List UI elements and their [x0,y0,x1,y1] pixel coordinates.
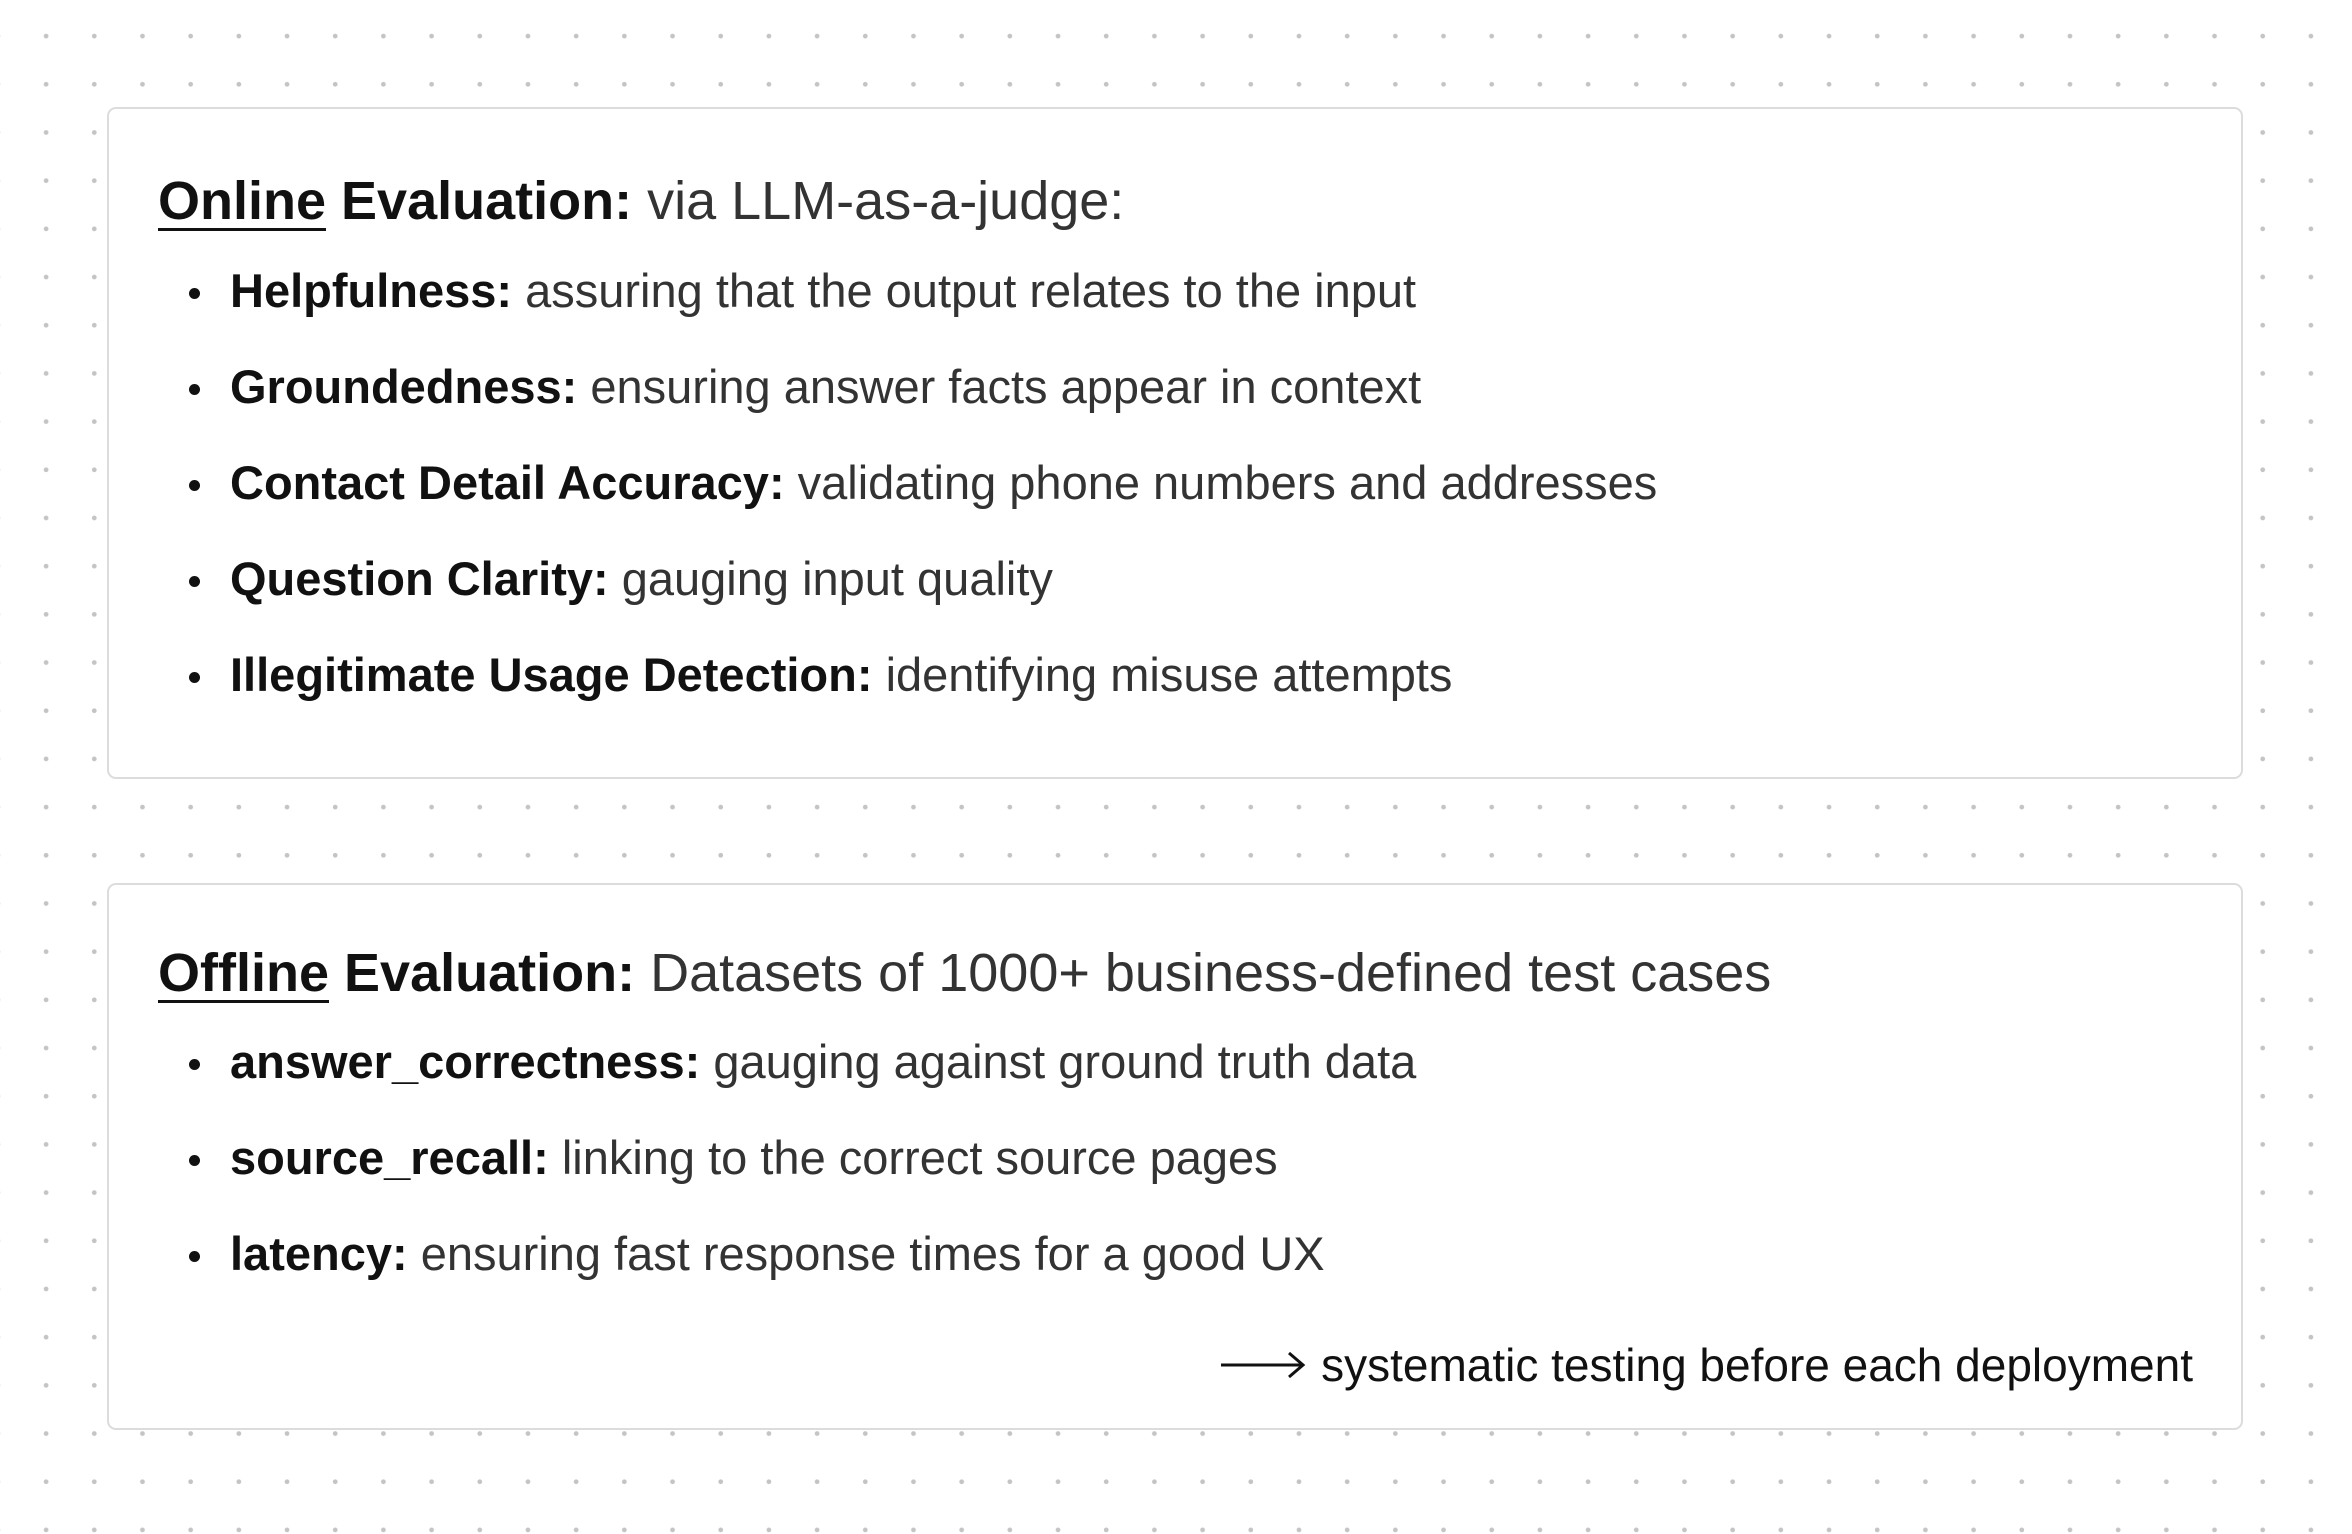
online-heading-description: via LLM-as-a-judge: [647,171,1125,231]
online-evaluation-card: Online Evaluation: via LLM-as-a-judge: H… [107,107,2243,779]
list-item: Groundedness: ensuring answer facts appe… [188,360,1657,459]
criterion-term: latency: [230,1227,408,1280]
offline-evaluation-card: Offline Evaluation: Datasets of 1000+ bu… [107,883,2243,1430]
criterion-term: Groundedness: [230,360,578,413]
online-heading-label: Evaluation: [341,171,633,231]
list-item: answer_correctness: gauging against grou… [188,1035,1417,1134]
offline-heading-keyword: Offline [158,943,329,1003]
online-criteria-list: Helpfulness: assuring that the output re… [188,264,1658,747]
criterion-description: assuring that the output relates to the … [525,264,1417,317]
deployment-footnote: systematic testing before each deploymen… [1221,1342,2193,1388]
list-item: latency: ensuring fast response times fo… [188,1227,1416,1326]
criterion-term: source_recall: [230,1131,549,1184]
criterion-term: Question Clarity: [230,552,609,605]
offline-heading-description: Datasets of 1000+ business-defined test … [650,943,1772,1003]
criterion-description: identifying misuse attempts [885,648,1453,701]
list-item: source_recall: linking to the correct so… [188,1131,1416,1230]
offline-evaluation-heading: Offline Evaluation: Datasets of 1000+ bu… [158,946,1771,1000]
criterion-term: Illegitimate Usage Detection: [230,648,873,701]
criterion-description: validating phone numbers and addresses [797,456,1658,509]
list-item: Question Clarity: gauging input quality [188,552,1657,651]
criterion-term: Contact Detail Accuracy: [230,456,785,509]
criterion-description: linking to the correct source pages [561,1131,1278,1184]
offline-heading-label: Evaluation: [344,943,636,1003]
online-evaluation-heading: Online Evaluation: via LLM-as-a-judge: [158,174,1124,228]
list-item: Contact Detail Accuracy: validating phon… [188,456,1658,555]
criterion-description: gauging against ground truth data [713,1035,1417,1088]
criterion-description: ensuring fast response times for a good … [420,1227,1325,1280]
online-heading-keyword: Online [158,171,327,231]
criterion-description: ensuring answer facts appear in context [590,360,1422,413]
arrow-right-icon [1221,1351,1306,1379]
offline-criteria-list: answer_correctness: gauging against grou… [188,1035,1417,1326]
criterion-term: answer_correctness: [230,1035,701,1088]
criterion-term: Helpfulness: [230,264,513,317]
criterion-description: gauging input quality [621,552,1053,605]
footnote-text: systematic testing before each deploymen… [1321,1339,2193,1391]
list-item: Helpfulness: assuring that the output re… [188,264,1657,363]
list-item: Illegitimate Usage Detection: identifyin… [188,648,1657,747]
